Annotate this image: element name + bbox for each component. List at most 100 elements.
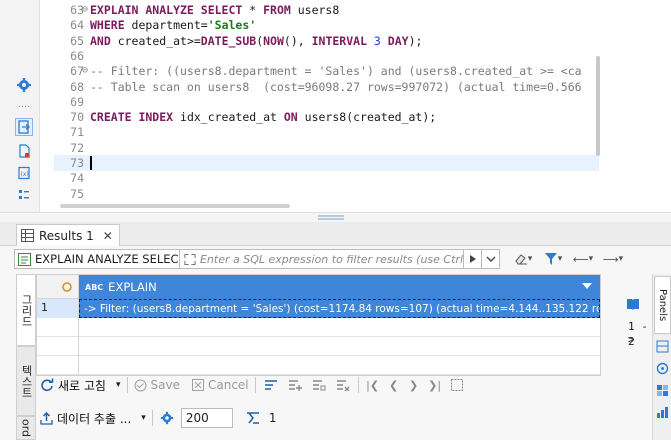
tab-results-1[interactable]: Results 1 ✕ [16, 224, 120, 246]
code-line[interactable]: 70 CREATE INDEX idx_created_at ON users8(… [54, 109, 599, 125]
code-line[interactable]: 67 ⊖ -- Filter: ((users8.department = 'Sal… [54, 63, 599, 79]
query-source-chip[interactable]: EXPLAIN ANALYZE SELEC [14, 249, 180, 269]
vtab-record[interactable]: ord [16, 416, 36, 440]
tab-results-label: Results 1 [39, 228, 94, 243]
vtab-text[interactable]: 텍스트 [16, 346, 36, 416]
next-page-icon[interactable]: ❯ [407, 375, 421, 395]
refresh-button[interactable]: 새로 고침 [40, 375, 106, 395]
grid-icon[interactable] [656, 384, 669, 397]
code-line[interactable]: 74 [54, 170, 599, 186]
table-row[interactable] [37, 337, 600, 356]
copy-row-icon[interactable] [310, 375, 328, 395]
column-header-explain[interactable]: ABC EXPLAIN [79, 275, 600, 299]
play-icon [469, 255, 476, 263]
new-script-icon[interactable] [15, 142, 33, 160]
filter-input[interactable]: Enter a SQL expression to filter results… [180, 249, 464, 269]
execute-script-icon[interactable] [15, 118, 33, 136]
code-token: users8(created_at); [304, 110, 437, 125]
results-toolbar: 새로 고침 ▾ Save Cancel |❮ ❮ ❯ ❯| [40, 372, 640, 398]
outline-icon[interactable] [15, 186, 33, 204]
fetch-all-icon[interactable] [449, 375, 465, 395]
code-token: idx_created_at [180, 110, 284, 125]
export-button[interactable]: 데이터 추출 ... [40, 408, 131, 428]
line-number: 73 [70, 156, 84, 170]
code-line[interactable]: 65 AND created_at>=DATE_SUB(NOW(), INTERV… [54, 33, 599, 49]
code-token: 3 [373, 33, 388, 48]
vtab-grid[interactable]: 그리드 [16, 274, 36, 346]
code-area[interactable]: 63 ⊖ EXPLAIN ANALYZE SELECT * FROM users8 6… [54, 0, 599, 212]
limit-settings-icon[interactable] [159, 408, 175, 428]
save-label: Save [150, 378, 180, 392]
delete-row-icon[interactable] [334, 375, 352, 395]
filter-apply-button[interactable] [464, 249, 482, 269]
erase-filter-button[interactable]: ▾ [508, 249, 538, 269]
grid-corner[interactable] [37, 275, 79, 299]
row-count: 1 [268, 411, 277, 425]
line-number: 69 [70, 94, 84, 109]
line-number: 72 [70, 140, 84, 155]
explain-cell[interactable] [79, 337, 600, 356]
export-label: 데이터 추출 ... [57, 411, 132, 426]
code-line[interactable]: 73 [54, 155, 599, 171]
code-text: EXPLAIN ANALYZE SELECT * FROM users8 [90, 2, 339, 18]
explain-cell[interactable] [79, 318, 600, 337]
first-page-icon[interactable]: |❮ [365, 375, 381, 395]
panels-tab[interactable]: Panels [654, 276, 671, 334]
row-count-icon [243, 408, 263, 428]
panel-splitter[interactable] [0, 212, 671, 222]
code-token: NOW [263, 33, 284, 48]
code-token: FROM [263, 3, 298, 17]
close-icon[interactable]: ✕ [103, 229, 113, 243]
row-number[interactable]: 1 [37, 299, 79, 318]
editor-vertical-scrollbar[interactable] [596, 56, 600, 156]
code-token: WHERE [90, 18, 132, 33]
row-number[interactable] [37, 337, 79, 356]
explain-cell[interactable]: -> Filter: (users8.department = 'Sales')… [79, 299, 600, 318]
history-forward-button[interactable]: ⟶ ▾ [598, 249, 628, 269]
editor-horizontal-scrollbar[interactable] [60, 204, 290, 208]
book-icon[interactable] [626, 298, 640, 313]
filter-options-button[interactable]: ▾ [538, 249, 568, 269]
export-dropdown-icon[interactable]: ▾ [141, 413, 146, 423]
filter-history-button[interactable] [482, 249, 500, 269]
table-row[interactable] [37, 318, 600, 337]
code-line[interactable]: 72 [54, 140, 599, 156]
sort-arrow-icon[interactable] [582, 283, 592, 289]
chart-icon[interactable] [656, 406, 669, 419]
cancel-button[interactable]: Cancel [191, 375, 249, 395]
sql-editor[interactable]: ···· (x) 63 ⊖ EXPLAIN ANALYZE SELECT * FRO… [0, 0, 671, 212]
code-token: ); [408, 33, 423, 48]
text-caret [90, 156, 92, 170]
row-limit-input[interactable]: 200 [180, 408, 233, 428]
prev-page-icon[interactable]: ❮ [387, 375, 401, 395]
code-token: -- Table scan on users8 (cost=96098.27 r… [90, 79, 582, 94]
code-text: WHERE department='Sales' [90, 17, 256, 33]
editor-left-rail: ···· (x) [0, 0, 40, 212]
code-line[interactable]: 71 [54, 124, 599, 140]
refresh-dropdown-icon[interactable]: ▾ [116, 380, 121, 390]
history-back-button[interactable]: ⟵ ▾ [568, 249, 598, 269]
results-grid[interactable]: ABC EXPLAIN 1 -> Filter: (users8.departme… [36, 274, 601, 376]
code-line[interactable]: 63 ⊖ EXPLAIN ANALYZE SELECT * FROM users8 [54, 2, 599, 18]
panel-icon[interactable] [656, 340, 669, 353]
compass-icon[interactable] [656, 362, 669, 375]
table-row[interactable]: 1 -> Filter: (users8.department = 'Sales'… [37, 299, 600, 318]
code-line[interactable]: 64 WHERE department='Sales' [54, 17, 599, 33]
variables-icon[interactable]: (x) [15, 164, 33, 182]
save-button[interactable]: Save [134, 375, 180, 395]
vtab-grid-label: 그리드 [20, 293, 33, 327]
query-chip-text: EXPLAIN ANALYZE SELEC [35, 252, 179, 266]
check-circle-icon [134, 379, 147, 391]
code-line[interactable]: 68 -- Table scan on users8 (cost=96098.27… [54, 79, 599, 95]
edit-row-icon[interactable] [262, 375, 280, 395]
last-page-icon[interactable]: ❯| [427, 375, 443, 395]
code-line[interactable]: 69 [54, 94, 599, 110]
splitter-grip[interactable] [318, 215, 344, 220]
code-token: INTERVAL [311, 33, 374, 48]
add-row-icon[interactable] [286, 375, 304, 395]
code-line[interactable]: 75 [54, 186, 599, 202]
row-number[interactable] [37, 318, 79, 337]
code-token: DAY [387, 33, 409, 48]
code-line[interactable]: 66 [54, 48, 599, 64]
gear-icon[interactable] [15, 76, 33, 94]
